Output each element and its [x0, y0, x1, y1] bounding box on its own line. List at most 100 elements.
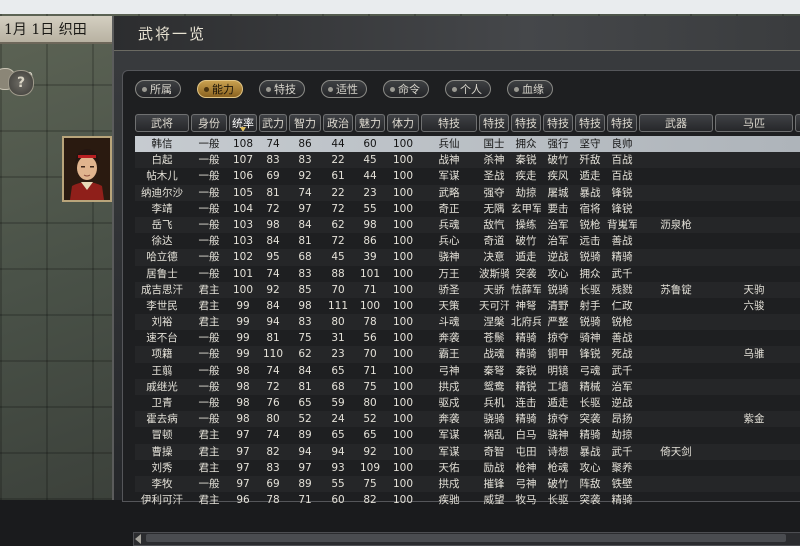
column-header-15[interactable]: 马匹	[715, 114, 793, 132]
table-cell	[639, 136, 713, 152]
table-cell: 100	[392, 348, 414, 361]
table-cell	[639, 411, 713, 427]
table-cell: 徐达	[151, 235, 173, 248]
table-row[interactable]: 白起 一般 107 83 83 22 45 100 战神 杀神 秦锐 破竹 歼敌 百战	[135, 152, 800, 168]
horizontal-scrollbar[interactable]	[133, 532, 800, 546]
table-cell: 100	[392, 413, 414, 426]
table-cell: 决意	[483, 251, 505, 264]
table-cell: 89	[298, 429, 312, 442]
table-cell: 一般	[198, 267, 220, 280]
column-header-14[interactable]: 武器	[639, 114, 713, 132]
table-cell: 苍鬃	[483, 332, 505, 345]
table-cell: 100	[392, 316, 414, 329]
table-cell: 天可汗	[479, 299, 509, 312]
column-header-12[interactable]: 特技	[575, 114, 605, 132]
table-cell: 84	[266, 235, 280, 248]
column-header-0[interactable]: 武将	[135, 114, 189, 132]
table-cell: 70	[363, 348, 377, 361]
tab-1[interactable]: 能力	[197, 80, 243, 98]
table-row[interactable]: 李世民 君主 99 84 98 111 100 100 天策 天可汗 神弩 清野 射手 仁政 六骏	[135, 298, 800, 314]
table-cell: 治军	[611, 380, 633, 393]
table-cell: 80	[363, 397, 377, 409]
table-row[interactable]: 曹操 君主 97 82 94 94 92 100 军谋 奇智 屯田 诗想 暴战 武千 倚天剑	[135, 444, 800, 460]
scroll-left-arrow-icon[interactable]	[135, 534, 141, 544]
table-row[interactable]: 冒顿 君主 97 74 89 65 65 100 军谋 祸乱 白马 骁神 精骑 劫掠	[135, 427, 800, 443]
column-header-4[interactable]: 智力	[289, 114, 321, 132]
tab-2[interactable]: 特技	[259, 80, 305, 98]
column-header-10[interactable]: 特技	[511, 114, 541, 132]
tab-5[interactable]: 个人	[445, 80, 491, 98]
table-cell: 107	[232, 154, 254, 167]
table-cell: 一般	[198, 235, 220, 248]
table-row[interactable]: 戚继光 一般 98 72 81 68 75 100 拱戍 鸳鸯 精锐 工墙 精械 治军	[135, 379, 800, 395]
column-header-9[interactable]: 特技	[479, 114, 509, 132]
officer-list-window: 武将一览 所属 能力 特技 适性 命令 个人 血缘 武将 身份 统率 武力 智力 政治 魅力 体力 特技 特技…	[112, 16, 800, 546]
table-row[interactable]: 帖木儿 一般 106 69 92 61 44 100 军谋 圣战 疾走 疾风 遁走 百战	[135, 168, 800, 184]
table-cell: 倚天剑	[660, 445, 692, 458]
table-cell: 紫金	[743, 413, 765, 426]
table-cell: 锐骑	[579, 316, 601, 329]
table-cell: 骁骑	[483, 413, 505, 426]
table-row[interactable]: 岳飞 一般 103 98 84 62 98 100 兵魂 敌忾 操练 治军 锐枪 背嵬军 沥泉枪	[135, 217, 800, 233]
table-cell: 怯薛军	[511, 283, 541, 296]
tab-3[interactable]: 适性	[321, 80, 367, 98]
tab-0[interactable]: 所属	[135, 80, 181, 98]
table-cell	[639, 298, 713, 314]
table-row[interactable]: 居鲁士 一般 101 74 83 88 101 100 万王 波斯骑 突袭 攻心 拥众 武千	[135, 266, 800, 282]
column-header-7[interactable]: 体力	[387, 114, 419, 132]
help-icon[interactable]: ?	[8, 70, 34, 96]
table-cell: 沥泉枪	[660, 218, 692, 231]
table-cell: 72	[266, 202, 280, 215]
column-header-11[interactable]: 特技	[543, 114, 573, 132]
table-cell: 98	[236, 380, 250, 393]
table-cell: 一般	[198, 364, 220, 377]
table-row[interactable]: 成吉思汗 君主 100 92 85 70 71 100 骄圣 天骄 怯薛军 锐骑 长驱 残戮 苏鲁锭 天驹	[135, 282, 800, 298]
table-cell: 枪神	[515, 461, 537, 474]
table-cell: 98	[236, 364, 250, 377]
table-row[interactable]: 李靖 一般 104 72 97 72 55 100 奇正 无隅 玄甲军 要击 宿将 锋锐	[135, 201, 800, 217]
table-cell: 100	[392, 429, 414, 442]
table-cell: 96	[236, 494, 250, 507]
table-cell: 74	[266, 364, 280, 377]
table-cell: 92	[363, 445, 377, 458]
table-cell: 波斯骑	[479, 267, 509, 280]
table-cell: 98	[298, 299, 312, 312]
table-row[interactable]: 项籍 一般 99 110 62 23 70 100 霸王 战魂 精骑 铜甲 锋锐 死战 乌骓	[135, 346, 800, 362]
table-cell: 远击	[579, 235, 601, 248]
table-row[interactable]: 李牧 一般 97 69 89 55 75 100 拱戍 摧锋 弓神 破竹 阵敌 铁壁	[135, 476, 800, 492]
table-cell: 65	[331, 364, 345, 377]
table-row[interactable]: 王翦 一般 98 74 84 65 71 100 弓神 秦弩 秦锐 明镜 弓魂 武千	[135, 363, 800, 379]
table-row[interactable]: 哈立德 一般 102 95 68 45 39 100 骁神 决意 遁走 逆战 锐骑 精骑	[135, 249, 800, 265]
table-row[interactable]: 刘裕 君主 99 94 83 80 78 100 斗魂 涅槃 北府兵 严整 锐骑 锐枪	[135, 314, 800, 330]
table-cell: 精骑	[515, 348, 537, 361]
column-header-6[interactable]: 魅力	[355, 114, 385, 132]
table-row[interactable]: 伊利可汗 君主 96 78 71 60 82 100 疾驰 威望 牧马 长驱 突袭 精骑	[135, 492, 800, 508]
table-row[interactable]: 韩信 一般 108 74 86 44 60 100 兵仙 国士 拥众 强行 坚守 良帅	[135, 136, 800, 153]
column-header-5[interactable]: 政治	[323, 114, 353, 132]
table-row[interactable]: 刘秀 君主 97 83 97 93 109 100 天佑 励战 枪神 枪魂 攻心 聚养	[135, 460, 800, 476]
table-cell: 100	[392, 154, 414, 167]
table-cell: 仁政	[611, 299, 633, 312]
tab-4[interactable]: 命令	[383, 80, 429, 98]
table-cell: 破竹	[515, 235, 537, 248]
table-cell: 74	[266, 429, 280, 442]
column-header-2[interactable]: 统率	[229, 114, 257, 132]
table-cell: 97	[298, 202, 312, 215]
column-header-13[interactable]: 特技	[607, 114, 637, 132]
column-header-8[interactable]: 特技	[421, 114, 477, 132]
column-header-3[interactable]: 武力	[259, 114, 287, 132]
table-cell: 65	[363, 429, 377, 442]
table-row[interactable]: 纳迪尔沙 一般 105 81 74 22 23 100 武略 强夺 劫掠 屠城 暴战 锋锐	[135, 185, 800, 201]
table-cell: 励战	[483, 461, 505, 474]
table-row[interactable]: 卫青 一般 98 76 65 59 80 100 驱戍 兵机 连击 遁走 长驱 逆战	[135, 395, 800, 411]
column-header-1[interactable]: 身份	[191, 114, 227, 132]
table-cell: 锐枪	[579, 218, 601, 231]
table-cell: 君主	[198, 429, 220, 442]
tab-6[interactable]: 血缘	[507, 80, 553, 98]
table-row[interactable]: 徐达 一般 103 84 81 72 86 100 兵心 奇道 破竹 治军 远击 善战	[135, 233, 800, 249]
table-cell: 59	[331, 397, 345, 409]
scroll-thumb[interactable]	[146, 534, 786, 542]
column-header-16[interactable]	[795, 114, 800, 132]
table-row[interactable]: 速不台 一般 99 81 75 31 56 100 奔袭 苍鬃 精骑 掠夺 骑神 善战	[135, 330, 800, 346]
table-row[interactable]: 霍去病 一般 98 80 52 24 52 100 奔袭 骁骑 精骑 掠夺 突袭 昂扬 紫金	[135, 411, 800, 427]
